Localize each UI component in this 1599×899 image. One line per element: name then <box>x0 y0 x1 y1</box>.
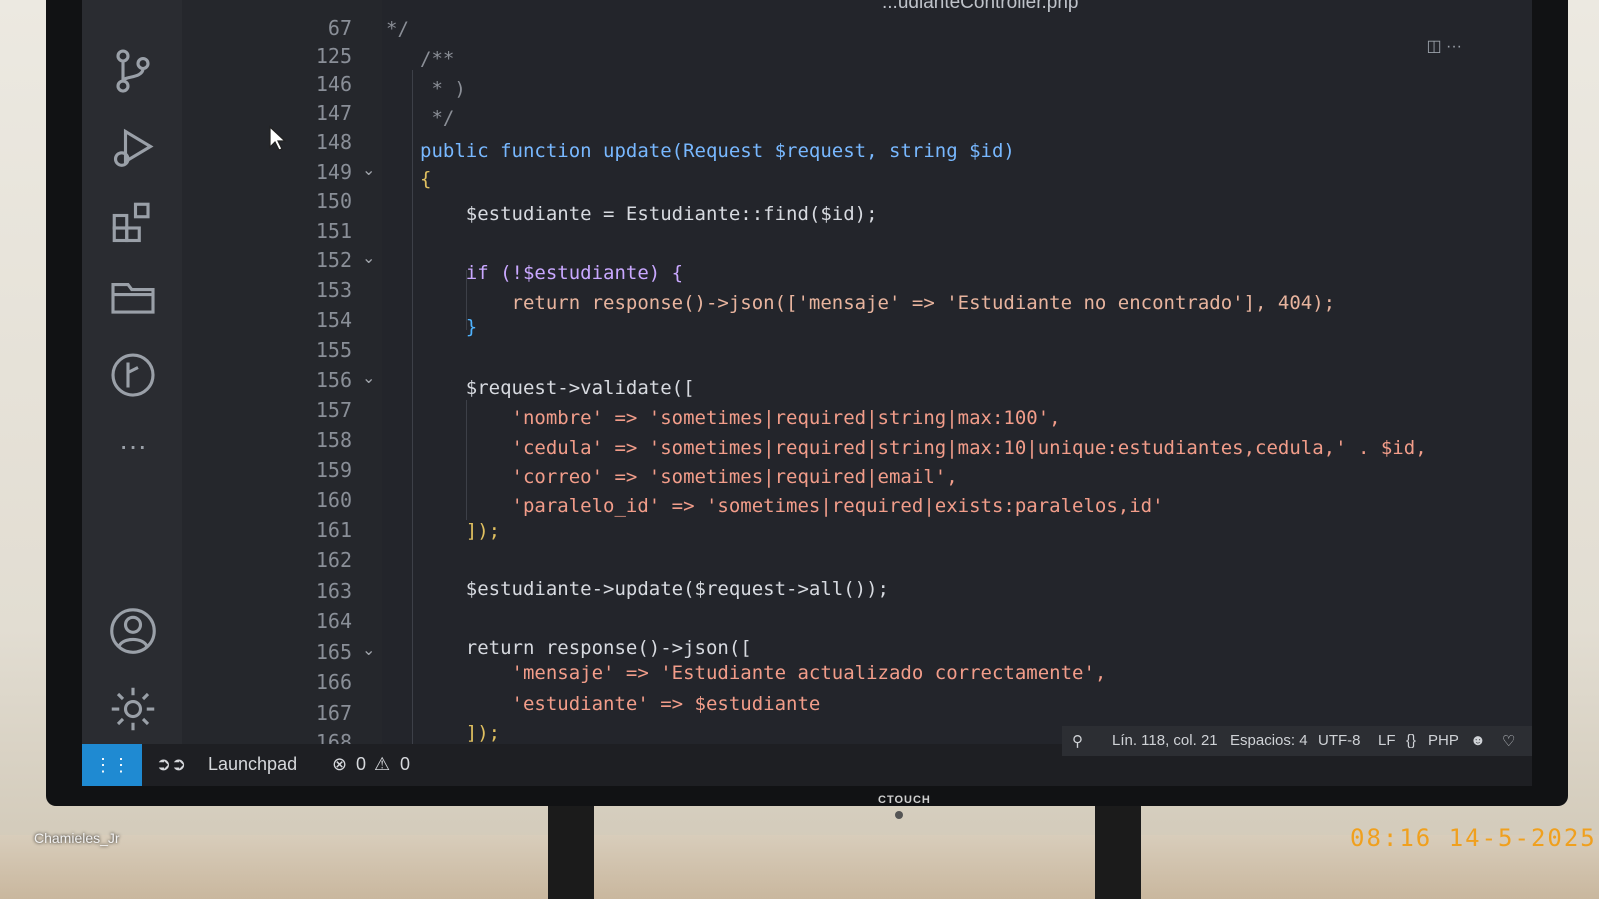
code-line: ]); <box>420 722 501 744</box>
line-number: 148 <box>315 130 352 154</box>
fold-chevron-icon[interactable]: ⌄ <box>362 368 375 388</box>
eol-status[interactable]: LF <box>1378 732 1396 749</box>
line-number: 153 <box>315 278 352 302</box>
code-line: 'cedula' => 'sometimes|required|string|m… <box>420 437 1427 459</box>
line-number: 155 <box>315 338 352 362</box>
line-number: 125 <box>315 44 352 68</box>
activity-bar: ··· <box>82 0 182 744</box>
line-number: 152 <box>315 248 352 272</box>
line-number: 159 <box>315 458 352 482</box>
braces-icon: {} <box>1406 732 1417 749</box>
line-number: 162 <box>315 548 352 572</box>
line-number: 146 <box>315 72 352 96</box>
code-editor[interactable]: ...udianteController.php ◫ ··· */ /** * … <box>382 0 1502 750</box>
code-line: 'nombre' => 'sometimes|required|string|m… <box>420 407 1061 429</box>
error-count[interactable]: 0 <box>356 754 366 775</box>
remote-indicator-button[interactable]: ⋮⋮ <box>82 744 142 786</box>
code-line: */ <box>420 107 455 129</box>
git-graph-icon[interactable] <box>108 350 158 400</box>
code-line: 'estudiante' => $estudiante <box>420 693 821 715</box>
code-line: } <box>420 316 478 338</box>
code-line: 'paralelo_id' => 'sometimes|required|exi… <box>420 495 1164 517</box>
extensions-icon[interactable] <box>108 198 158 248</box>
code-line: return response()->json(['mensaje' => 'E… <box>420 292 1336 314</box>
warning-icon[interactable]: ⚠ <box>374 754 390 775</box>
fold-chevron-icon[interactable]: ⌄ <box>362 640 375 660</box>
photo-watermark: Chamieles_Jr <box>34 830 120 846</box>
more-icon[interactable]: ··· <box>108 426 158 476</box>
line-number: 158 <box>315 428 352 452</box>
error-icon[interactable]: ⊗ <box>332 754 347 775</box>
monitor-brand: CTOUCH <box>878 794 931 806</box>
code-line: * ) <box>420 78 466 100</box>
line-number: 147 <box>315 101 352 125</box>
line-number: 164 <box>315 609 352 633</box>
zoom-icon[interactable]: ⚲ <box>1072 732 1083 750</box>
line-number: 167 <box>315 701 352 725</box>
code-line: $request->validate([ <box>420 377 695 399</box>
power-indicator <box>895 811 903 819</box>
code-line: { <box>420 168 432 190</box>
cursor-position[interactable]: Lín. 118, col. 21 <box>1112 732 1218 749</box>
settings-gear-icon[interactable] <box>108 684 158 734</box>
monitor-stand-right <box>1095 800 1141 899</box>
line-number: 160 <box>315 488 352 512</box>
warning-count[interactable]: 0 <box>400 754 410 775</box>
fold-chevron-icon[interactable]: ⌄ <box>362 248 375 268</box>
fold-chevron-icon[interactable]: ⌄ <box>362 160 375 180</box>
code-line: $estudiante = Estudiante::find($id); <box>420 203 878 225</box>
language-mode[interactable]: PHP <box>1428 732 1459 749</box>
source-control-icon[interactable] <box>108 46 158 96</box>
line-number: 165 <box>315 640 352 664</box>
line-number: 149 <box>315 160 352 184</box>
code-line: /** <box>420 48 455 70</box>
encoding-status[interactable]: UTF-8 <box>1318 732 1361 749</box>
line-number: 157 <box>315 398 352 422</box>
account-icon[interactable] <box>108 606 158 656</box>
copilot-icon[interactable]: ☻ <box>1470 732 1486 749</box>
code-line: ]); <box>420 520 501 542</box>
photo-timestamp: 08:16 14-5-2025 <box>1350 824 1597 852</box>
run-debug-icon[interactable] <box>108 124 158 174</box>
indentation-status[interactable]: Espacios: 4 <box>1230 732 1308 749</box>
line-number: 154 <box>315 308 352 332</box>
code-line: 'correo' => 'sometimes|required|email', <box>420 466 958 488</box>
monitor-stand-left <box>548 800 594 899</box>
launchpad-button[interactable]: Launchpad <box>208 754 297 775</box>
line-number: 151 <box>315 219 352 243</box>
line-number: 67 <box>327 16 352 40</box>
line-number-gutter: 67 125 146 147 148 149 150 151 152 153 1… <box>182 0 382 754</box>
line-number: 161 <box>315 518 352 542</box>
line-number: 163 <box>315 579 352 603</box>
bell-icon[interactable]: ♡ <box>1502 732 1515 750</box>
indent-guide <box>412 70 413 750</box>
status-bar: ⚲ Lín. 118, col. 21 Espacios: 4 UTF-8 LF… <box>82 726 1532 786</box>
code-line: */ <box>386 18 409 40</box>
code-line: public function update(Request $request,… <box>420 140 1015 162</box>
line-number: 156 <box>315 368 352 392</box>
code-line: return response()->json([ <box>420 637 752 659</box>
editor-actions[interactable]: ◫ ··· <box>1426 36 1462 56</box>
code-line: 'mensaje' => 'Estudiante actualizado cor… <box>420 662 1107 684</box>
line-number: 150 <box>315 189 352 213</box>
file-tab-title[interactable]: ...udianteController.php <box>882 0 1078 14</box>
code-line: $estudiante->update($request->all()); <box>420 578 889 600</box>
code-line: if (!$estudiante) { <box>420 262 684 284</box>
mouse-pointer-icon <box>269 125 287 151</box>
folder-icon[interactable] <box>108 272 158 322</box>
line-number: 166 <box>315 670 352 694</box>
vscode-window: ··· 67 125 146 147 148 149 150 151 152 1… <box>82 0 1532 786</box>
rocket-icon: ➲➲ <box>156 754 187 774</box>
